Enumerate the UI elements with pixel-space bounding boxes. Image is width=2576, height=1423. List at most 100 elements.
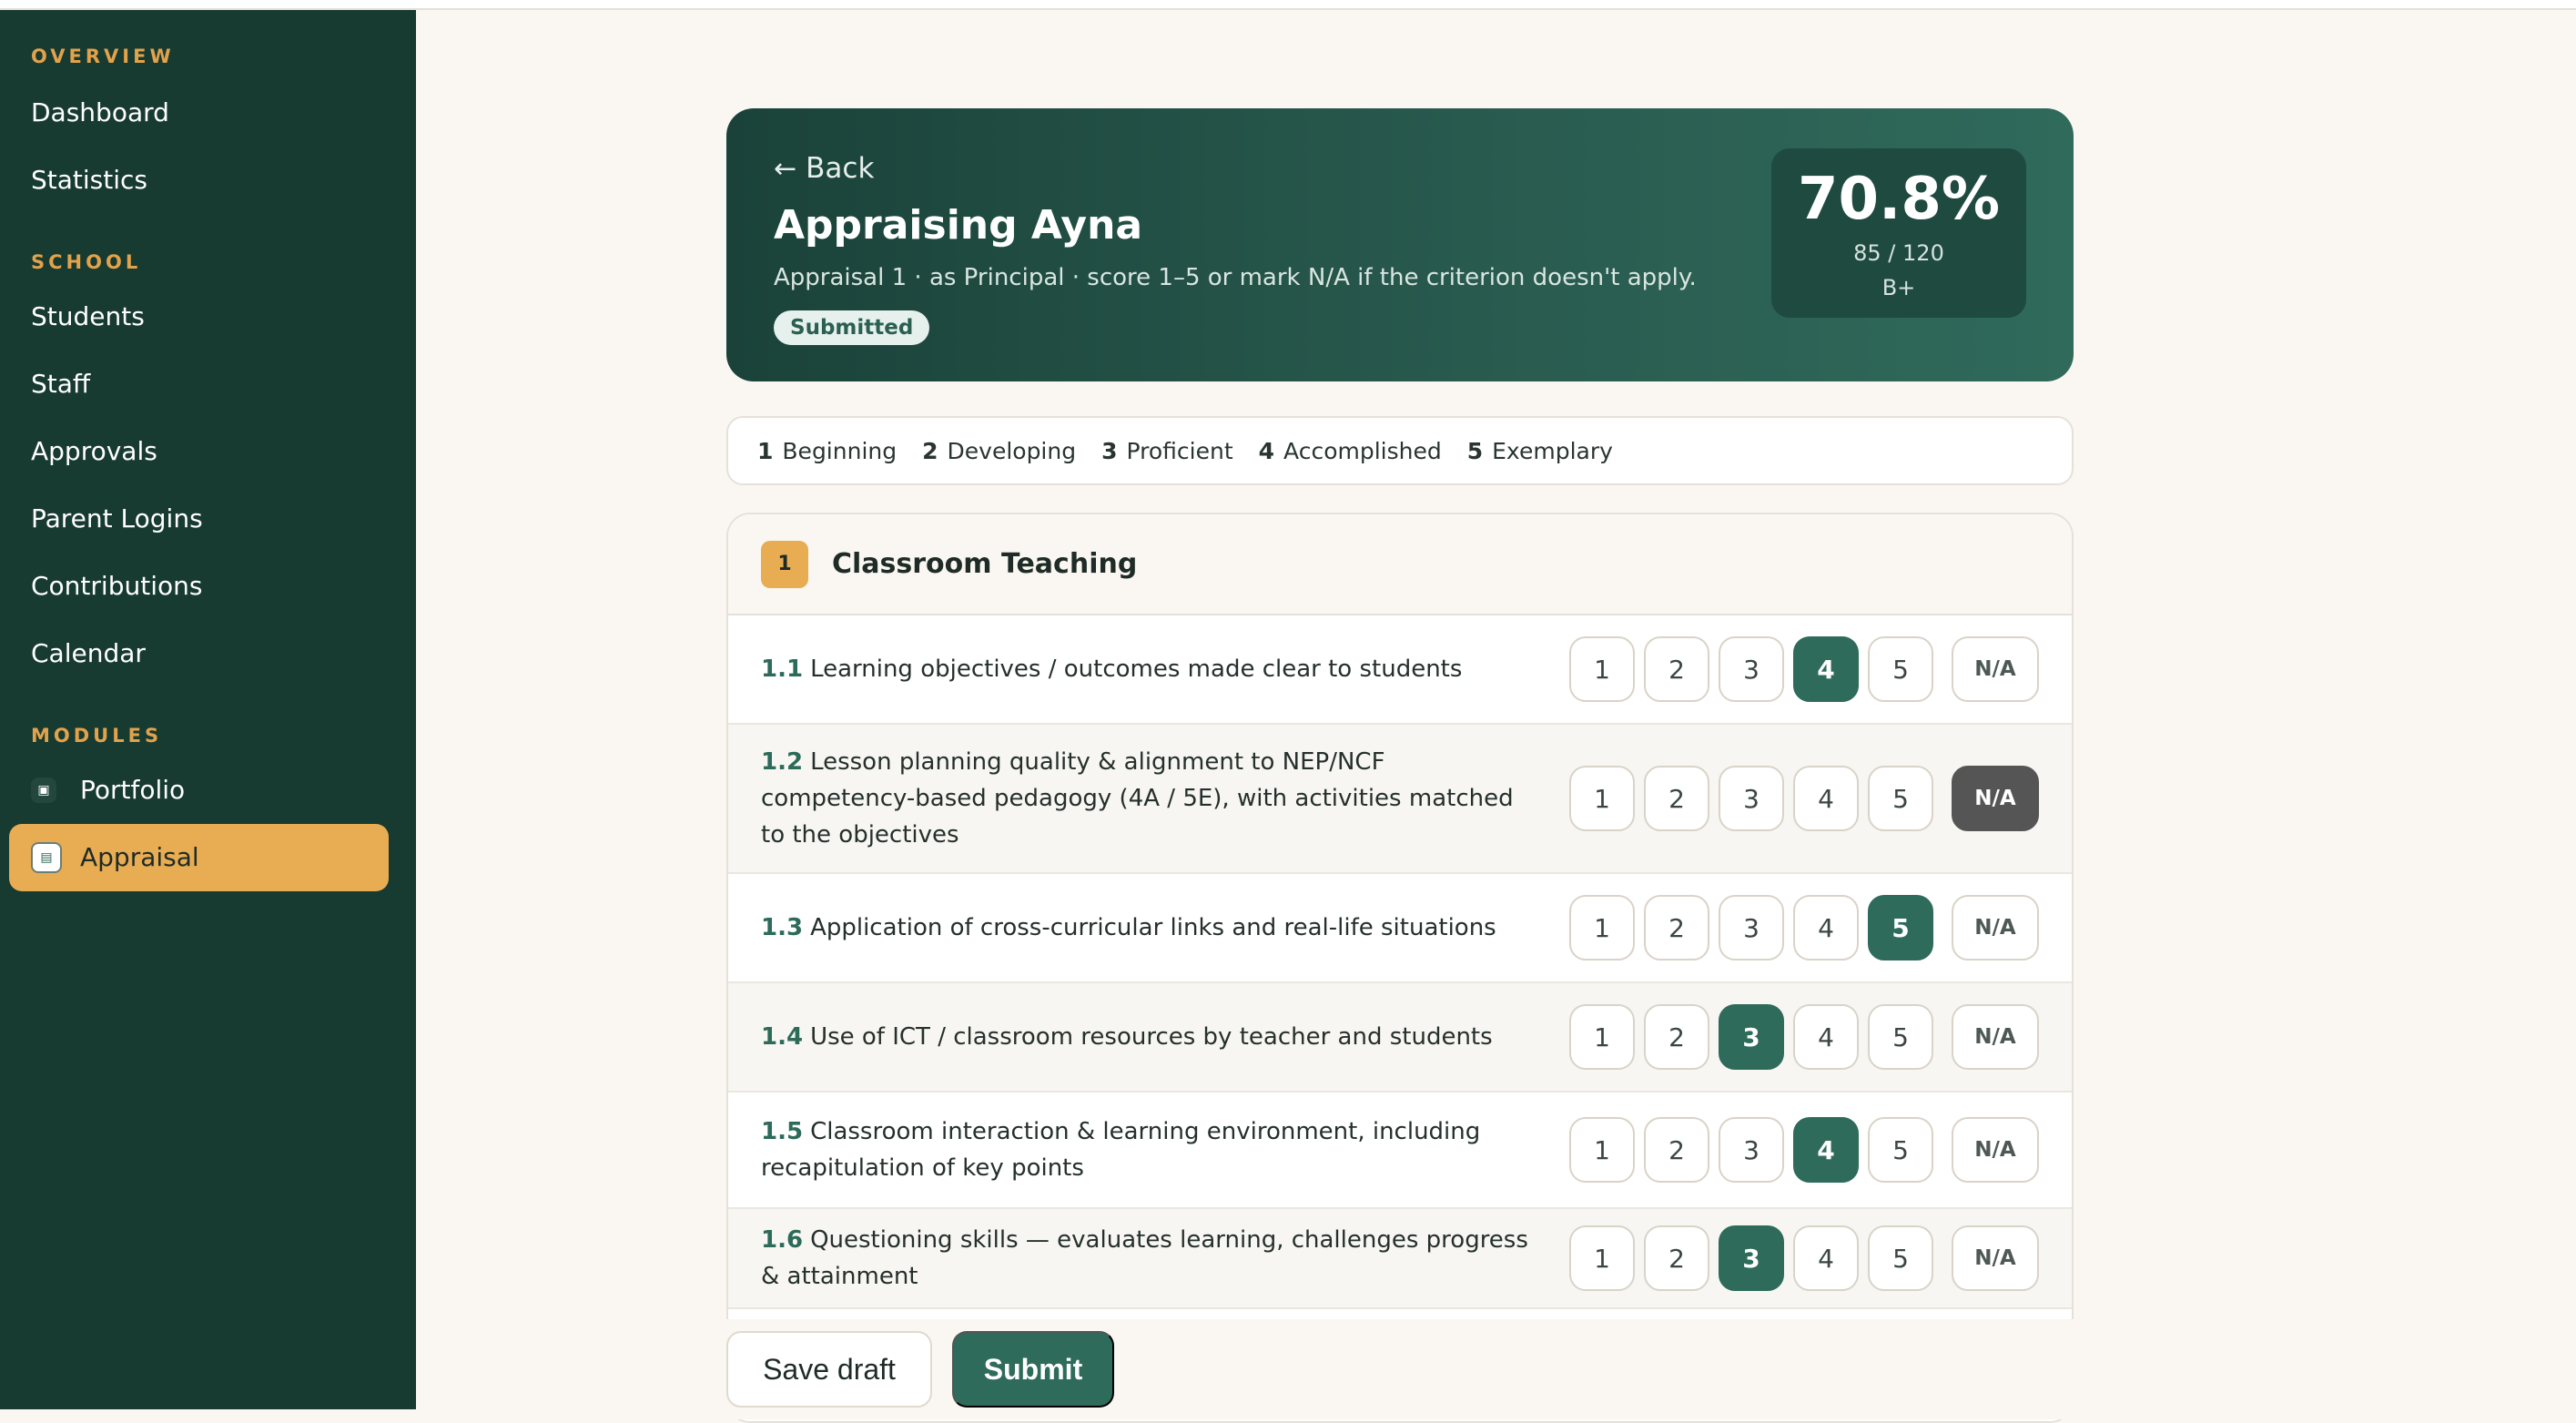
sidebar-item-portfolio[interactable]: ▣ Portfolio [0, 757, 389, 824]
criterion-text: 1.3 Application of cross-curricular links… [761, 910, 1544, 946]
sidebar-section-school: SCHOOL [31, 251, 142, 273]
criterion-label: Application of cross-curricular links an… [810, 914, 1496, 941]
sidebar-section-modules: MODULES [31, 725, 163, 747]
action-bar: Save draft Submit [726, 1319, 2074, 1419]
criteria-card: 1 Classroom Teaching 1.1 Learning objecti… [726, 513, 2074, 1423]
rating-button-1[interactable]: 1 [1569, 1225, 1635, 1291]
rating-options: 1 2 3 4 5 N/A [1560, 1117, 2039, 1183]
rating-button-5[interactable]: 5 [1868, 766, 1933, 831]
sidebar-item-students[interactable]: Students [0, 283, 389, 351]
rating-button-4[interactable]: 4 [1793, 1225, 1859, 1291]
criterion-row: 1.2 Lesson planning quality & alignment t… [728, 725, 2072, 874]
rating-na-button[interactable]: N/A [1952, 895, 2039, 961]
rating-button-5[interactable]: 5 [1868, 1225, 1933, 1291]
rating-na-button[interactable]: N/A [1952, 1004, 2039, 1070]
rating-button-3[interactable]: 3 [1719, 636, 1784, 702]
legend-item: 3 Proficient [1101, 438, 1233, 464]
legend-label: Exemplary [1492, 437, 1613, 464]
rating-button-2[interactable]: 2 [1644, 1004, 1709, 1070]
sidebar-item-label: Statistics [31, 165, 147, 195]
criterion-number: 1.6 [761, 1226, 804, 1254]
sidebar-item-label: Parent Logins [31, 503, 203, 534]
criterion-text: 1.2 Lesson planning quality & alignment t… [761, 744, 1544, 853]
sidebar-item-calendar[interactable]: Calendar [0, 620, 389, 687]
rating-button-2[interactable]: 2 [1644, 766, 1709, 831]
rating-button-3[interactable]: 3 [1719, 895, 1784, 961]
criterion-label: Learning objectives / outcomes made clea… [810, 656, 1463, 683]
criterion-number: 1.4 [761, 1023, 804, 1051]
rating-options: 1 2 3 4 5 N/A [1560, 766, 2039, 831]
sidebar-item-parent-logins[interactable]: Parent Logins [0, 485, 389, 553]
rating-options: 1 2 3 4 5 N/A [1560, 636, 2039, 702]
legend-label: Accomplished [1283, 437, 1442, 464]
rating-na-button[interactable]: N/A [1952, 1117, 2039, 1183]
rating-button-5[interactable]: 5 [1868, 1004, 1933, 1070]
rating-button-5[interactable]: 5 [1868, 1117, 1933, 1183]
rating-button-4[interactable]: 4 [1793, 1117, 1859, 1183]
rating-button-5[interactable]: 5 [1868, 895, 1933, 961]
criterion-text: 1.5 Classroom interaction & learning envi… [761, 1113, 1544, 1186]
rating-button-1[interactable]: 1 [1569, 766, 1635, 831]
sidebar-item-label: Approvals [31, 436, 157, 466]
score-percent: 70.8% [1797, 166, 2001, 233]
legend-item: 5 Exemplary [1467, 438, 1613, 464]
rating-button-3[interactable]: 3 [1719, 1004, 1784, 1070]
rating-button-1[interactable]: 1 [1569, 1117, 1635, 1183]
rating-options: 1 2 3 4 5 N/A [1560, 895, 2039, 961]
criterion-number: 1.5 [761, 1118, 804, 1145]
criterion-row: 1.6 Questioning skills — evaluates learni… [728, 1209, 2072, 1309]
criterion-row: 1.1 Learning objectives / outcomes made c… [728, 615, 2072, 725]
sidebar-item-contributions[interactable]: Contributions [0, 553, 389, 620]
rating-button-2[interactable]: 2 [1644, 636, 1709, 702]
sidebar-item-label: Calendar [31, 638, 146, 668]
legend-number: 5 [1466, 437, 1484, 464]
rating-button-1[interactable]: 1 [1569, 895, 1635, 961]
status-badge: Submitted [774, 310, 930, 345]
rating-button-1[interactable]: 1 [1569, 1004, 1635, 1070]
rating-na-button[interactable]: N/A [1952, 766, 2039, 831]
criterion-number: 1.2 [761, 748, 804, 776]
rating-button-4[interactable]: 4 [1793, 766, 1859, 831]
section-number: 1 [761, 540, 808, 588]
legend-label: Beginning [782, 437, 898, 464]
criterion-text: 1.1 Learning objectives / outcomes made c… [761, 651, 1544, 687]
arrow-left-icon: ← [774, 152, 797, 185]
sidebar-item-label: Staff [31, 369, 91, 399]
rating-button-2[interactable]: 2 [1644, 895, 1709, 961]
save-draft-button[interactable]: Save draft [726, 1331, 932, 1408]
rating-na-button[interactable]: N/A [1952, 1225, 2039, 1291]
rating-button-3[interactable]: 3 [1719, 1117, 1784, 1183]
sidebar: OVERVIEW Dashboard Statistics SCHOOL Stu… [0, 10, 416, 1409]
rating-button-2[interactable]: 2 [1644, 1117, 1709, 1183]
legend-label: Developing [947, 437, 1077, 464]
legend-item: 4 Accomplished [1259, 438, 1442, 464]
rating-options: 1 2 3 4 5 N/A [1560, 1225, 2039, 1291]
criterion-label: Questioning skills — evaluates learning,… [761, 1226, 1528, 1290]
submit-button[interactable]: Submit [952, 1331, 1114, 1408]
rating-button-2[interactable]: 2 [1644, 1225, 1709, 1291]
rating-options: 1 2 3 4 5 N/A [1560, 1004, 2039, 1070]
sidebar-item-statistics[interactable]: Statistics [0, 147, 389, 214]
sidebar-item-dashboard[interactable]: Dashboard [0, 79, 389, 147]
legend-number: 3 [1101, 437, 1118, 464]
sidebar-item-staff[interactable]: Staff [0, 351, 389, 418]
criterion-row: 1.4 Use of ICT / classroom resources by t… [728, 983, 2072, 1093]
sidebar-item-label: Portfolio [80, 775, 186, 805]
rating-na-button[interactable]: N/A [1952, 636, 2039, 702]
criterion-label: Use of ICT / classroom resources by teac… [810, 1023, 1493, 1051]
rating-button-3[interactable]: 3 [1719, 1225, 1784, 1291]
rating-button-4[interactable]: 4 [1793, 1004, 1859, 1070]
section-header: 1 Classroom Teaching [728, 514, 2072, 615]
sidebar-item-appraisal[interactable]: ▤ Appraisal [9, 824, 389, 891]
rating-button-1[interactable]: 1 [1569, 636, 1635, 702]
criterion-row: 1.3 Application of cross-curricular links… [728, 874, 2072, 983]
rating-button-3[interactable]: 3 [1719, 766, 1784, 831]
criterion-label: Lesson planning quality & alignment to N… [761, 748, 1514, 849]
appraisal-header: ← Back Appraising Ayna Appraisal 1 · as … [726, 108, 2074, 381]
sidebar-item-approvals[interactable]: Approvals [0, 418, 389, 485]
rating-button-4[interactable]: 4 [1793, 636, 1859, 702]
rating-button-5[interactable]: 5 [1868, 636, 1933, 702]
criterion-number: 1.3 [761, 914, 804, 941]
rating-button-4[interactable]: 4 [1793, 895, 1859, 961]
sidebar-item-label: Dashboard [31, 97, 169, 127]
